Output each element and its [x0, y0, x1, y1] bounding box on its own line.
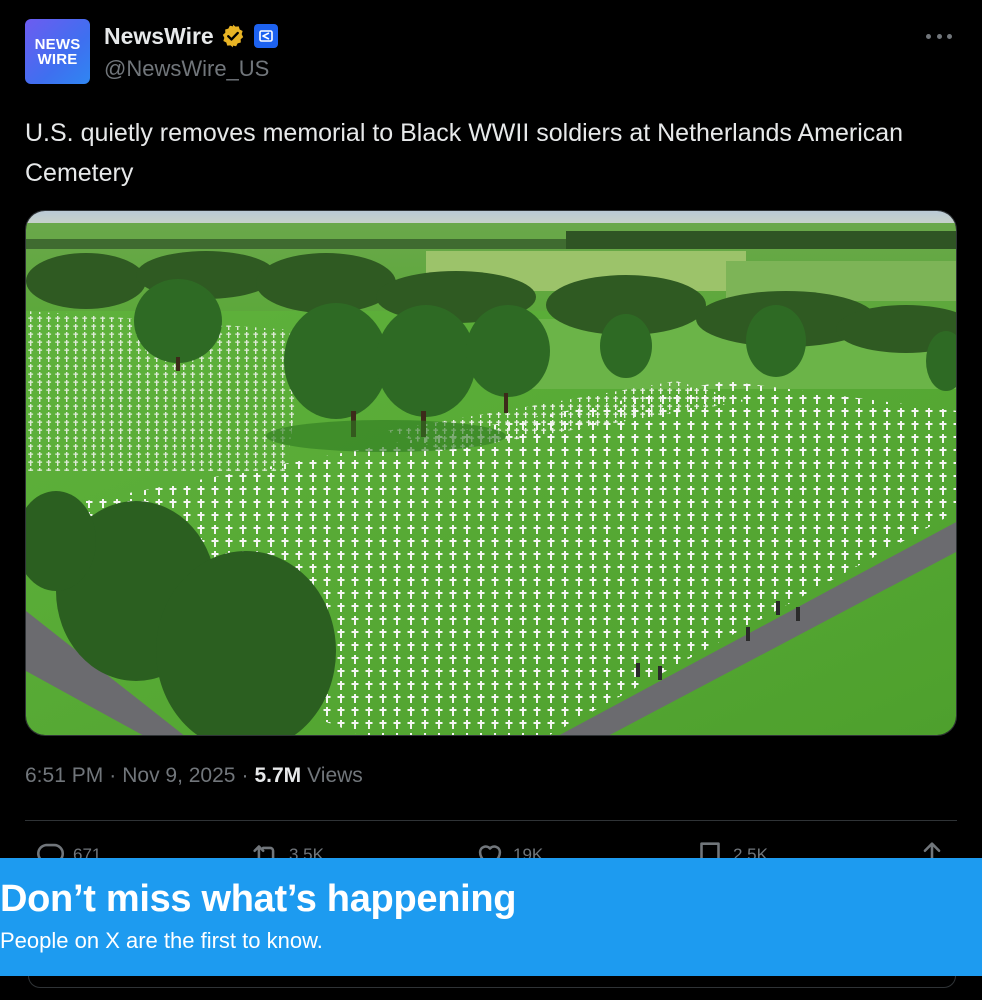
- affiliate-logo-icon: [258, 30, 273, 42]
- divider: [25, 820, 957, 821]
- meta-separator: ·: [109, 764, 117, 787]
- bottom-card-edge: [28, 976, 956, 988]
- more-options-button[interactable]: [926, 26, 952, 46]
- dot-icon: [947, 33, 952, 39]
- avatar-line-2: WIRE: [37, 50, 78, 68]
- views-count: 5.7M: [254, 764, 302, 787]
- tweet-time[interactable]: 6:51 PM: [25, 764, 103, 788]
- verified-badge-icon: [222, 24, 243, 48]
- banner-subtitle: People on X are the first to know.: [0, 928, 323, 953]
- tweet-text: U.S. quietly removes memorial to Black W…: [25, 119, 904, 187]
- views-label: Views: [307, 764, 363, 787]
- dot-icon: [936, 33, 942, 39]
- meta-separator: ·: [241, 764, 249, 787]
- affiliate-badge-icon[interactable]: [253, 24, 278, 48]
- tweet-date[interactable]: Nov 9, 2025: [122, 764, 235, 788]
- handle[interactable]: @NewsWire_US: [104, 56, 269, 82]
- banner-title: Don’t miss what’s happening: [0, 878, 517, 920]
- tweet: NEWS WIRE NewsWire @NewsWire_US U.S. qui…: [0, 0, 982, 1000]
- display-name[interactable]: NewsWire: [104, 23, 214, 50]
- dot-icon: [926, 33, 931, 39]
- cemetery-photo: [26, 211, 956, 735]
- avatar-line-1: NEWS: [34, 35, 81, 53]
- tweet-meta: 6:51 PM · Nov 9, 2025 · 5.7M Views: [25, 764, 363, 788]
- name-row: NewsWire: [104, 22, 278, 50]
- tweet-media-image[interactable]: [25, 210, 957, 736]
- avatar[interactable]: NEWS WIRE: [25, 19, 90, 84]
- signup-banner[interactable]: Don’t miss what’s happening People on X …: [0, 858, 982, 976]
